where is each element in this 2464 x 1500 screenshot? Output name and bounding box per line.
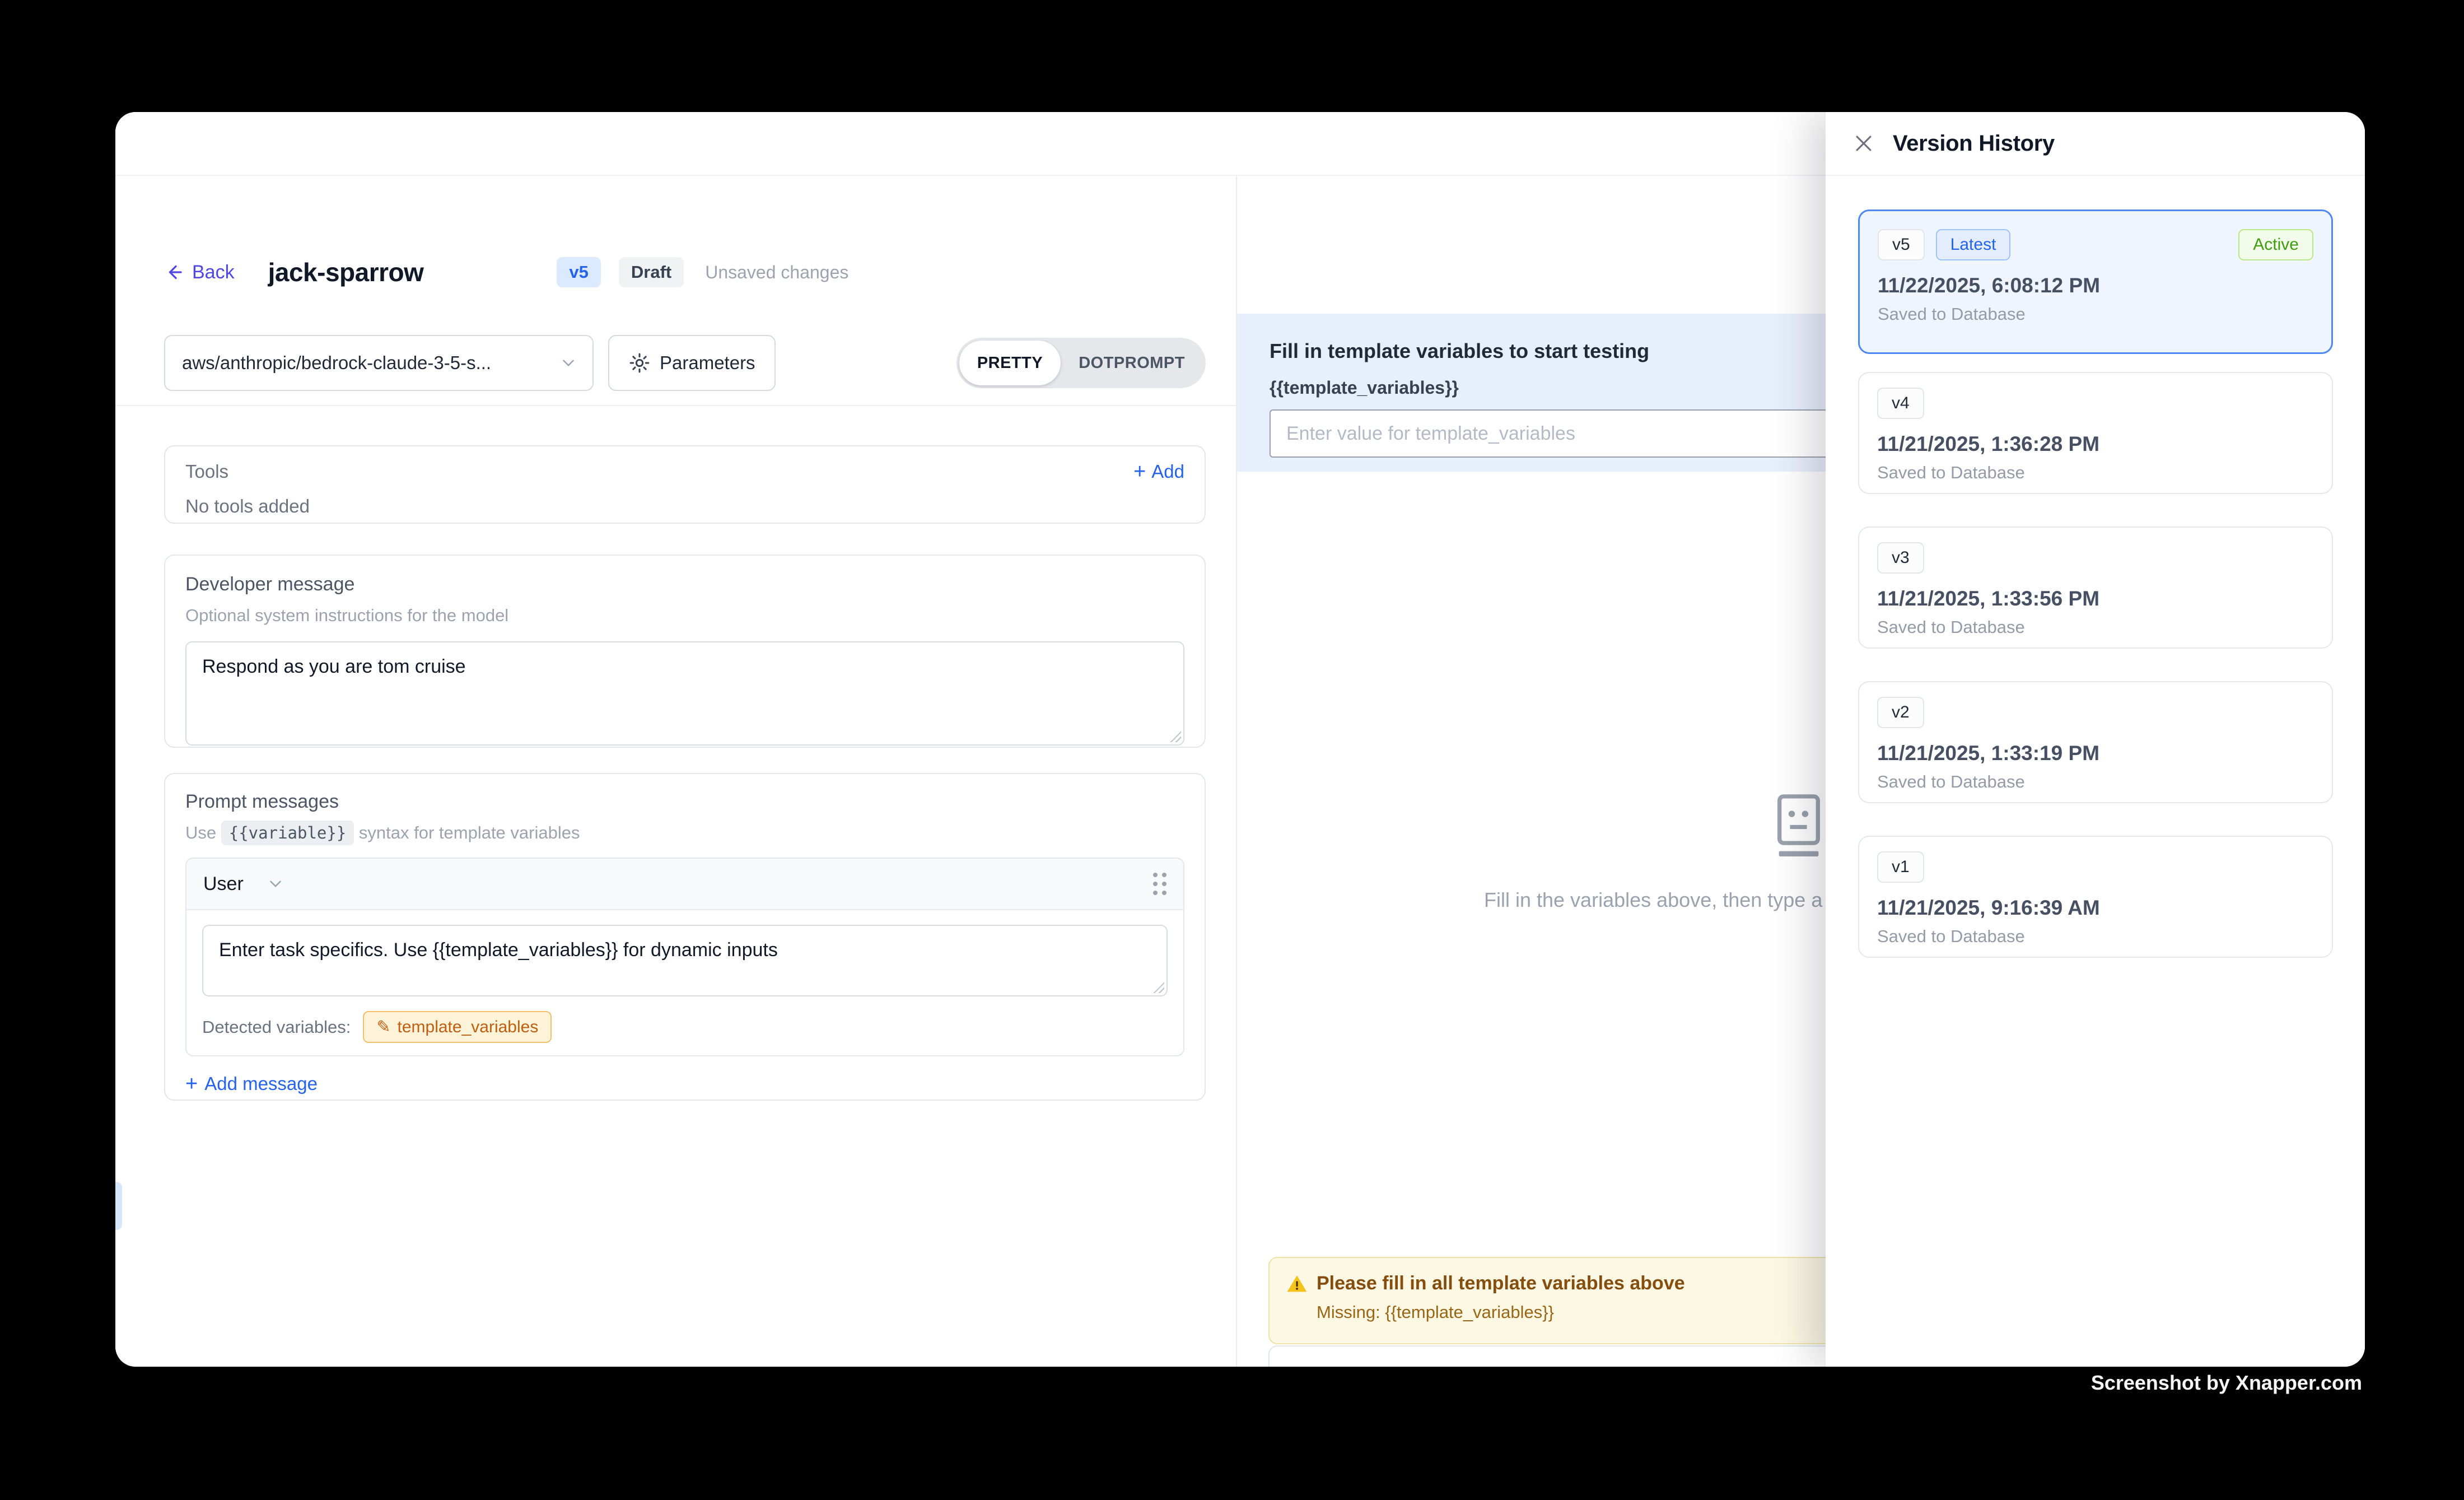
variable-syntax-chip: {{variable}} bbox=[221, 821, 354, 845]
warning-title: Please fill in all template variables ab… bbox=[1317, 1273, 1685, 1294]
warning-triangle-icon bbox=[1286, 1273, 1308, 1294]
model-selector[interactable]: aws/anthropic/bedrock-claude-3-5-s... bbox=[164, 335, 594, 391]
latest-badge: Latest bbox=[1936, 229, 2011, 260]
version-timestamp: 11/21/2025, 9:16:39 AM bbox=[1877, 896, 2314, 920]
missing-variables-warning: Please fill in all template variables ab… bbox=[1268, 1257, 1912, 1344]
version-timestamp: 11/22/2025, 6:08:12 PM bbox=[1878, 274, 2313, 297]
version-saved-status: Saved to Database bbox=[1877, 772, 2314, 792]
version-saved-status: Saved to Database bbox=[1877, 926, 2314, 947]
toolbar-divider bbox=[115, 405, 1236, 406]
parameters-button[interactable]: Parameters bbox=[608, 335, 776, 391]
version-card[interactable]: v5 Latest Active 11/22/2025, 6:08:12 PM … bbox=[1858, 209, 2333, 354]
version-card[interactable]: v4 11/21/2025, 1:36:28 PM Saved to Datab… bbox=[1858, 372, 2333, 494]
role-value: User bbox=[203, 873, 244, 895]
version-saved-status: Saved to Database bbox=[1878, 304, 2313, 324]
chat-input-box[interactable] bbox=[1268, 1345, 1912, 1367]
arrow-left-icon bbox=[164, 262, 184, 282]
version-history-panel: Version History v5 Latest Active 11/22/2… bbox=[1826, 112, 2365, 1367]
model-selector-value: aws/anthropic/bedrock-claude-3-5-s... bbox=[182, 352, 491, 374]
message-content-input[interactable]: Enter task specifics. Use {{template_var… bbox=[202, 925, 1168, 996]
add-tool-button[interactable]: + Add bbox=[1133, 461, 1184, 482]
template-variable-chip[interactable]: ✎ template_variables bbox=[363, 1011, 552, 1043]
version-saved-status: Saved to Database bbox=[1877, 463, 2314, 483]
detected-variables-row: Detected variables: ✎ template_variables bbox=[202, 1011, 1168, 1043]
format-toggle: PRETTY DOTPROMPT bbox=[956, 338, 1206, 388]
robot-face-icon bbox=[1770, 792, 1828, 863]
active-status-badge: Active bbox=[2238, 229, 2313, 260]
unsaved-changes-label: Unsaved changes bbox=[705, 262, 848, 283]
developer-message-title: Developer message bbox=[185, 574, 1184, 595]
message-header: User bbox=[186, 859, 1183, 910]
version-badge: v5 bbox=[557, 257, 600, 287]
prompt-messages-card: Prompt messages Use {{variable}} syntax … bbox=[164, 773, 1206, 1101]
pencil-icon: ✎ bbox=[376, 1017, 390, 1037]
add-message-button[interactable]: + Add message bbox=[185, 1073, 1184, 1094]
version-number-badge: v2 bbox=[1877, 697, 1924, 728]
version-timestamp: 11/21/2025, 1:33:56 PM bbox=[1877, 587, 2314, 611]
app-window: Back jack-sparrow v5 Draft Unsaved chang… bbox=[115, 112, 2365, 1367]
version-card[interactable]: v3 11/21/2025, 1:33:56 PM Saved to Datab… bbox=[1858, 527, 2333, 649]
message-block: User Enter task specifics. Use {{templat… bbox=[185, 858, 1184, 1056]
template-variable-name: template_variables bbox=[398, 1018, 539, 1037]
toggle-pretty[interactable]: PRETTY bbox=[959, 341, 1061, 385]
version-timestamp: 11/21/2025, 1:36:28 PM bbox=[1877, 432, 2314, 456]
prompt-editor-panel: Back jack-sparrow v5 Draft Unsaved chang… bbox=[115, 176, 1237, 1367]
prompt-messages-title: Prompt messages bbox=[185, 791, 1184, 813]
subtitle-suffix: syntax for template variables bbox=[359, 823, 580, 842]
version-saved-status: Saved to Database bbox=[1877, 617, 2314, 637]
version-history-header: Version History bbox=[1826, 112, 2365, 176]
developer-message-input[interactable]: Respond as you are tom cruise bbox=[185, 641, 1184, 746]
version-card[interactable]: v1 11/21/2025, 9:16:39 AM Saved to Datab… bbox=[1858, 836, 2333, 958]
add-message-label: Add message bbox=[204, 1073, 318, 1094]
tools-title: Tools bbox=[185, 461, 228, 482]
prompt-messages-subtitle: Use {{variable}} syntax for template var… bbox=[185, 823, 1184, 843]
tools-empty-text: No tools added bbox=[185, 496, 1184, 517]
toggle-dotprompt[interactable]: DOTPROMPT bbox=[1061, 341, 1203, 385]
back-button[interactable]: Back bbox=[164, 262, 235, 283]
page-title: jack-sparrow bbox=[268, 257, 424, 287]
back-label: Back bbox=[192, 262, 235, 283]
watermark-text: Screenshot by Xnapper.com bbox=[2091, 1371, 2362, 1395]
chevron-down-icon bbox=[266, 874, 285, 893]
draft-badge: Draft bbox=[619, 257, 684, 287]
close-icon[interactable] bbox=[1851, 131, 1876, 156]
parameters-label: Parameters bbox=[660, 352, 755, 374]
developer-message-card: Developer message Optional system instru… bbox=[164, 555, 1206, 748]
left-edge-accent bbox=[115, 1182, 122, 1230]
chevron-down-icon bbox=[559, 353, 578, 372]
version-number-badge: v1 bbox=[1877, 851, 1924, 883]
version-timestamp: 11/21/2025, 1:33:19 PM bbox=[1877, 742, 2314, 765]
developer-message-subtitle: Optional system instructions for the mod… bbox=[185, 605, 1184, 626]
version-card[interactable]: v2 11/21/2025, 1:33:19 PM Saved to Datab… bbox=[1858, 681, 2333, 803]
plus-icon: + bbox=[1133, 463, 1146, 480]
gear-icon bbox=[628, 352, 651, 374]
version-number-badge: v3 bbox=[1877, 542, 1924, 574]
role-selector[interactable]: User bbox=[203, 873, 285, 895]
drag-handle-icon[interactable] bbox=[1153, 873, 1166, 895]
editor-toolbar: aws/anthropic/bedrock-claude-3-5-s... Pa… bbox=[164, 336, 1206, 390]
detected-variables-label: Detected variables: bbox=[202, 1017, 351, 1037]
tools-card: Tools + Add No tools added bbox=[164, 445, 1206, 524]
warning-detail: Missing: {{template_variables}} bbox=[1317, 1302, 1894, 1322]
add-tool-label: Add bbox=[1151, 461, 1184, 482]
plus-icon: + bbox=[185, 1075, 198, 1092]
version-number-badge: v5 bbox=[1878, 229, 1925, 260]
subtitle-prefix: Use bbox=[185, 823, 216, 842]
prompt-header-row: Back jack-sparrow v5 Draft Unsaved chang… bbox=[164, 254, 1206, 290]
screenshot-canvas: Back jack-sparrow v5 Draft Unsaved chang… bbox=[0, 0, 2464, 1500]
template-variable-input[interactable] bbox=[1270, 409, 1914, 458]
version-number-badge: v4 bbox=[1877, 388, 1924, 419]
version-list: v5 Latest Active 11/22/2025, 6:08:12 PM … bbox=[1826, 176, 2365, 958]
version-history-title: Version History bbox=[1893, 131, 2055, 156]
